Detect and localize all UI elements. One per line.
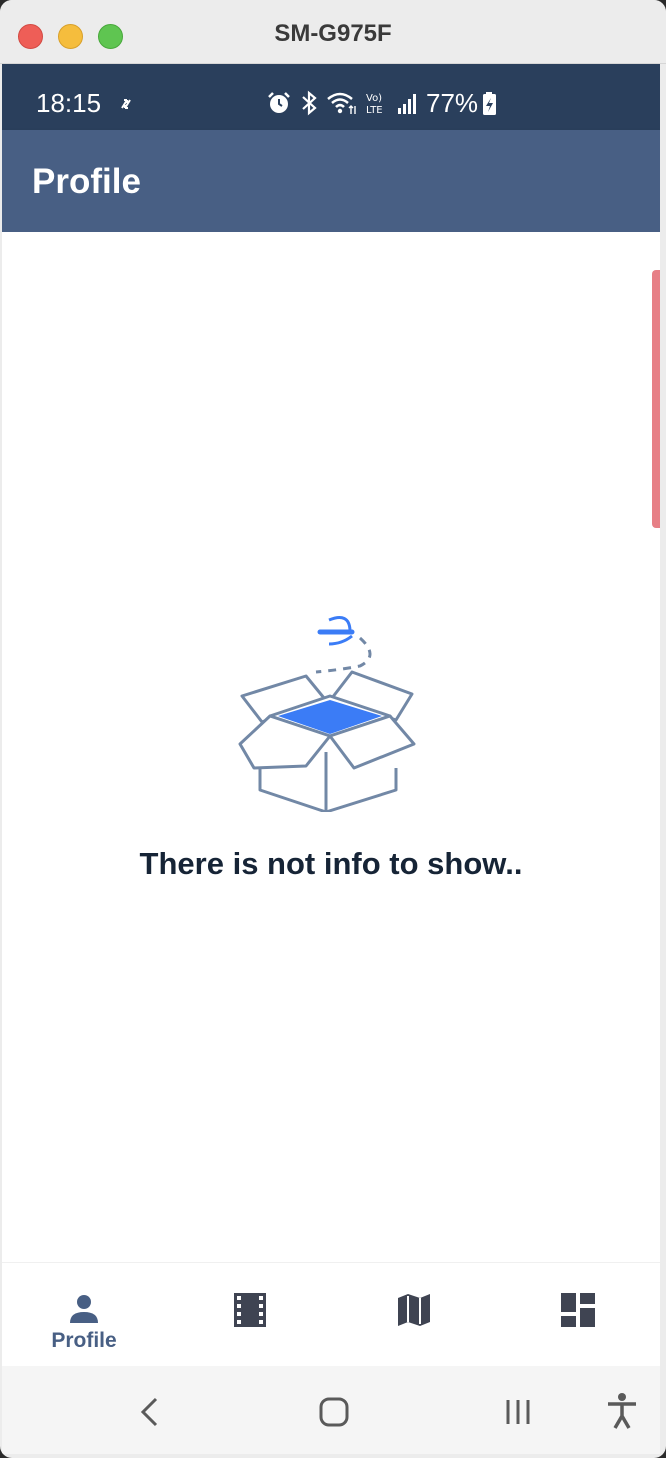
nav-item-label: Profile [51, 1329, 117, 1352]
svg-text:Vo): Vo) [366, 93, 382, 104]
nav-item-dashboard[interactable] [558, 1263, 598, 1367]
dashboard-icon [561, 1293, 595, 1327]
battery-percent: 77% [426, 87, 479, 118]
signal-icon [398, 94, 416, 114]
map-icon [398, 1294, 430, 1326]
svg-text:LTE: LTE [366, 105, 383, 116]
device-screen: 18:15 Vo) LTE 77% Profile There is not i… [2, 64, 660, 1454]
volte-icon: Vo) LTE [366, 93, 383, 116]
main-content[interactable]: There is not info to show.. [2, 232, 660, 1264]
status-bar: 18:15 Vo) LTE 77% [2, 64, 660, 130]
window-title: SM-G975F [274, 20, 392, 47]
bottom-navigation: Profile [2, 1262, 660, 1366]
wifi-icon [327, 92, 356, 114]
person-icon [70, 1295, 98, 1323]
empty-box-icon [238, 616, 416, 812]
home-icon[interactable] [318, 1396, 350, 1428]
bluetooth-icon [302, 90, 317, 116]
recents-icon[interactable] [502, 1398, 534, 1426]
emulator-window: SM-G975F 18:15 Vo) LTE 77% Profile There… [0, 0, 666, 1458]
system-navigation-bar [2, 1366, 660, 1454]
film-icon [234, 1293, 266, 1327]
scroll-indicator [652, 270, 660, 528]
back-icon[interactable] [138, 1396, 162, 1428]
status-time: 18:15 [36, 88, 102, 118]
battery-charging-icon [483, 92, 497, 115]
empty-state-message: There is not info to show.. [139, 846, 523, 881]
sync-icon [121, 99, 131, 109]
app-bar: Profile [2, 130, 660, 232]
status-icons: Vo) LTE 77% [266, 88, 504, 118]
window-titlebar: SM-G975F [0, 0, 666, 64]
accessibility-icon[interactable] [606, 1392, 638, 1430]
alarm-icon [268, 92, 290, 113]
nav-item-profile[interactable]: Profile [34, 1263, 134, 1367]
page-title: Profile [32, 162, 141, 201]
nav-item-movies[interactable] [230, 1263, 270, 1367]
nav-item-map[interactable] [394, 1263, 434, 1367]
